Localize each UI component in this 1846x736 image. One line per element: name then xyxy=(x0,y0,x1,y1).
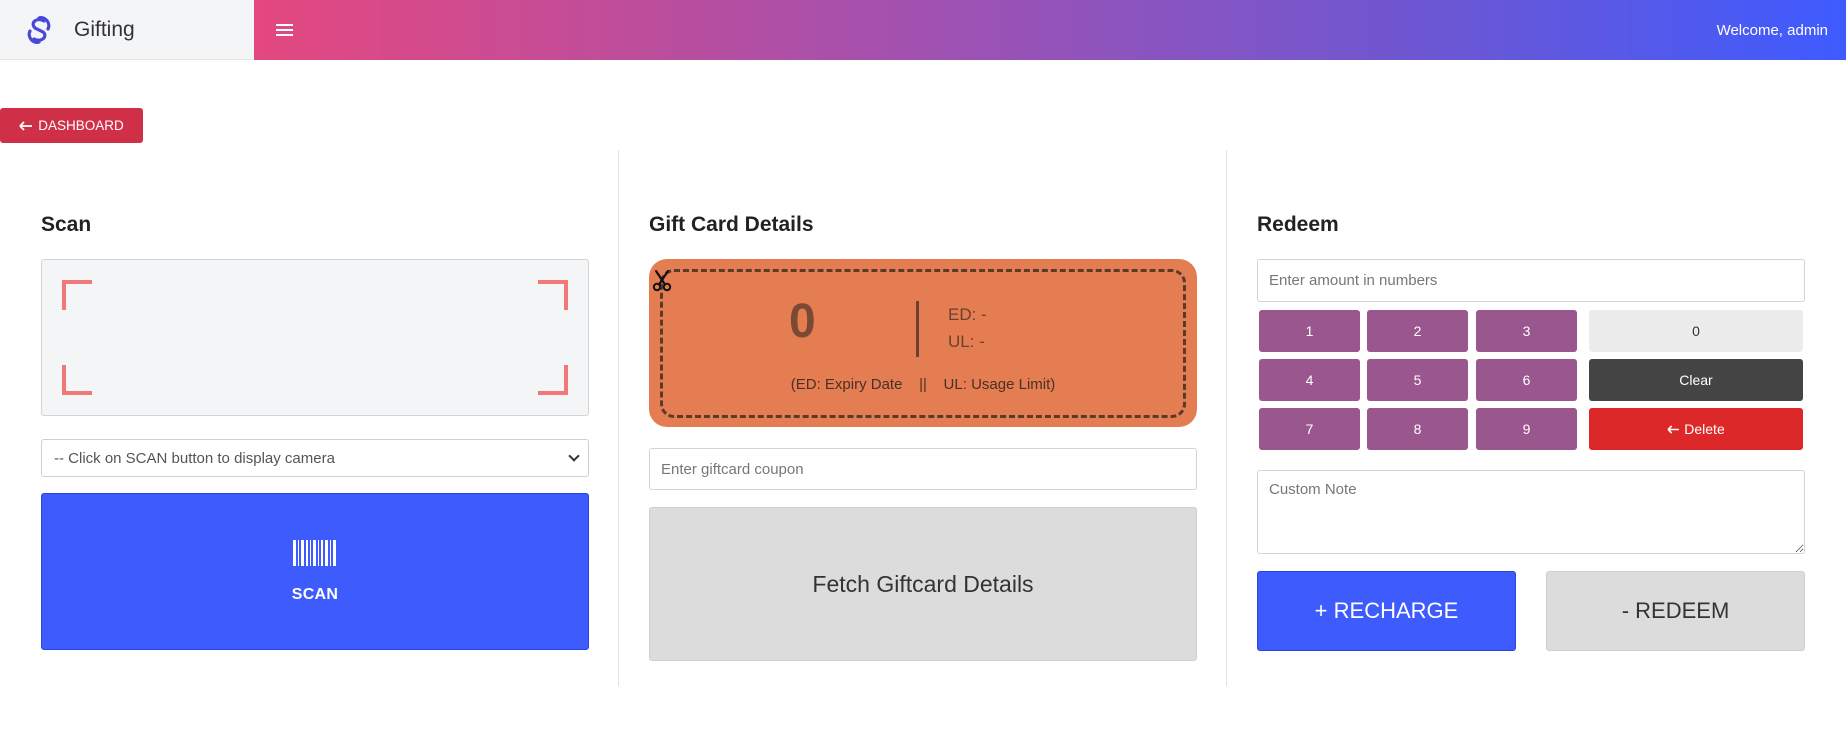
scan-button[interactable]: SCAN xyxy=(41,493,589,650)
fetch-giftcard-button[interactable]: Fetch Giftcard Details xyxy=(649,507,1197,661)
redeem-button[interactable]: - REDEEM xyxy=(1546,571,1805,651)
welcome-text: Welcome, admin xyxy=(1716,21,1828,39)
keypad-key[interactable]: 5 xyxy=(1367,359,1468,401)
top-bar: Gifting Welcome, admin xyxy=(0,0,1846,60)
custom-note-field[interactable] xyxy=(1257,470,1805,554)
scan-button-label: SCAN xyxy=(291,585,339,603)
amount-input[interactable] xyxy=(1257,259,1805,302)
keypad-key[interactable]: 2 xyxy=(1367,310,1468,352)
scissors-icon xyxy=(652,269,672,292)
keypad-clear-button[interactable]: Clear xyxy=(1589,359,1803,401)
brand-logo-icon xyxy=(27,15,51,44)
chevron-down-icon xyxy=(568,450,580,462)
redeem-title: Redeem xyxy=(1257,213,1339,236)
column-divider xyxy=(618,150,619,686)
brand[interactable]: Gifting xyxy=(0,0,254,60)
header-bar: Welcome, admin xyxy=(254,0,1846,60)
keypad-key-zero[interactable]: 0 xyxy=(1589,310,1803,352)
arrow-left-icon xyxy=(1667,424,1680,434)
card-divider xyxy=(916,301,919,357)
camera-select[interactable]: -- Click on SCAN button to display camer… xyxy=(41,439,589,477)
card-legend: (ED: Expiry Date || UL: Usage Limit) xyxy=(790,376,1056,393)
card-balance: 0 xyxy=(789,295,816,348)
coupon-input[interactable] xyxy=(649,448,1197,490)
scan-title: Scan xyxy=(41,213,92,236)
arrow-left-icon xyxy=(19,120,33,131)
camera-select-value: -- Click on SCAN button to display camer… xyxy=(54,449,335,467)
card-usage-limit: UL: - xyxy=(948,332,985,351)
gift-card: 0 ED: - UL: - (ED: Expiry Date || UL: Us… xyxy=(649,259,1197,427)
barcode-icon xyxy=(293,539,337,566)
scan-corner xyxy=(62,280,92,310)
recharge-button[interactable]: + RECHARGE xyxy=(1257,571,1516,651)
scan-corner xyxy=(62,365,92,395)
scan-corner xyxy=(538,365,568,395)
menu-icon[interactable] xyxy=(270,16,298,44)
delete-label: Delete xyxy=(1684,421,1725,437)
camera-viewport xyxy=(41,259,589,416)
brand-name: Gifting xyxy=(74,17,135,41)
keypad-delete-button[interactable]: Delete xyxy=(1589,408,1803,450)
scan-corner xyxy=(538,280,568,310)
keypad-key[interactable]: 3 xyxy=(1476,310,1577,352)
keypad-key[interactable]: 7 xyxy=(1259,408,1360,450)
gift-card-dashed-border: 0 ED: - UL: - (ED: Expiry Date || UL: Us… xyxy=(660,269,1186,418)
card-expiry: ED: - xyxy=(948,305,987,324)
keypad-key[interactable]: 9 xyxy=(1476,408,1577,450)
giftcard-title: Gift Card Details xyxy=(649,213,814,236)
keypad-key[interactable]: 1 xyxy=(1259,310,1360,352)
dashboard-button[interactable]: DASHBOARD xyxy=(0,108,143,143)
column-divider xyxy=(1226,150,1227,686)
keypad-key[interactable]: 6 xyxy=(1476,359,1577,401)
keypad-key[interactable]: 8 xyxy=(1367,408,1468,450)
dashboard-button-label: DASHBOARD xyxy=(38,118,124,133)
keypad-key[interactable]: 4 xyxy=(1259,359,1360,401)
